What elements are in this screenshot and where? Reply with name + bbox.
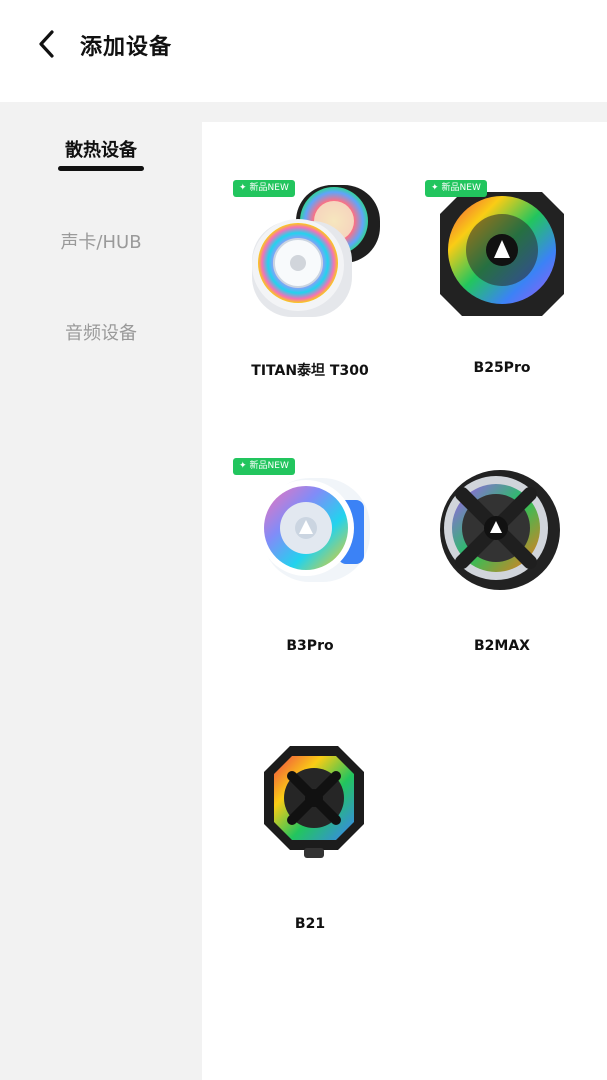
cooler-black-x-icon xyxy=(440,470,560,590)
category-sidebar: 散热设备 声卡/HUB 音频设备 xyxy=(0,102,202,1080)
product-name: TITAN泰坦 T300 xyxy=(251,363,369,379)
sidebar-item-soundcard-hub[interactable]: 声卡/HUB xyxy=(0,228,202,254)
product-name: B25Pro xyxy=(473,360,531,376)
new-badge: ✦ 新品NEW xyxy=(233,458,295,475)
product-grid: ✦ 新品NEW TITAN泰坦 T300 ✦ 新品NEW B25Pro ✦ 新品… xyxy=(202,122,607,1080)
cooler-white-rgb-icon xyxy=(258,478,370,582)
sidebar-item-audio[interactable]: 音频设备 xyxy=(0,319,202,345)
cooler-rgb-round-icon xyxy=(440,192,564,316)
new-badge: ✦ 新品NEW xyxy=(233,180,295,197)
header-bar: 添加设备 xyxy=(0,0,607,102)
product-name: B2MAX xyxy=(474,638,530,654)
sparkle-icon: ✦ xyxy=(431,183,439,193)
sidebar-item-cooling[interactable]: 散热设备 xyxy=(0,136,202,162)
product-card-b2max[interactable]: B2MAX xyxy=(402,400,602,670)
new-badge: ✦ 新品NEW xyxy=(425,180,487,197)
back-arrow-icon[interactable] xyxy=(30,26,66,62)
product-card-b3pro[interactable]: ✦ 新品NEW B3Pro xyxy=(210,400,410,670)
product-name: B21 xyxy=(294,916,326,932)
product-name: B3Pro xyxy=(286,638,334,654)
sparkle-icon: ✦ xyxy=(239,461,247,471)
page-title: 添加设备 xyxy=(80,35,173,60)
cooler-white-black-pair-icon xyxy=(252,185,380,317)
cooler-hexagon-icon xyxy=(264,746,364,858)
product-card-titan-t300[interactable]: ✦ 新品NEW TITAN泰坦 T300 xyxy=(210,122,410,392)
product-card-b21[interactable]: B21 xyxy=(210,678,410,948)
sparkle-icon: ✦ xyxy=(239,183,247,193)
product-card-b25pro[interactable]: ✦ 新品NEW B25Pro xyxy=(402,122,602,392)
active-tab-indicator xyxy=(58,166,144,171)
